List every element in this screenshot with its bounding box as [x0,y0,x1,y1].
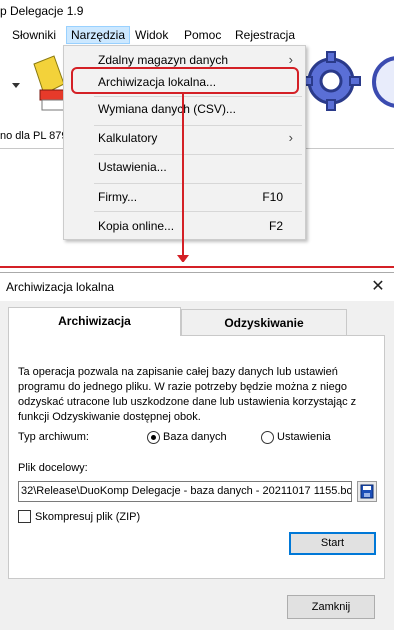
menu-item-online-backup[interactable]: Kopia online... F2 [64,215,305,237]
menu-separator [94,183,302,184]
archive-type-label: Typ archiwum: [18,431,89,443]
menu-item-label: Firmy... [98,190,138,204]
radio-button[interactable] [147,431,160,444]
menu-separator [94,96,302,97]
dialog-titlebar: Archiwizacja lokalna ✕ [0,273,394,301]
annotation-arrow-head-icon [177,255,189,262]
menu-item-label: Wymiana danych (CSV)... [98,102,236,116]
close-icon[interactable]: ✕ [368,277,388,297]
description-text: Ta operacja pozwala na zapisanie całej b… [18,366,357,423]
menu-item-label: Ustawienia... [98,160,167,174]
start-button[interactable]: Start [289,532,376,555]
menu-widok[interactable]: Widok [131,26,172,44]
radio-label: Ustawienia [277,431,331,443]
menu-narzedzia[interactable]: Narzędzia [66,26,131,44]
radio-label: Baza danych [163,431,227,443]
tab-panel-archiwizacja: Ta operacja pozwala na zapisanie całej b… [8,335,385,579]
floppy-disk-icon [360,484,374,499]
compress-checkbox[interactable] [18,510,31,523]
main-window: p Delegacje 1.9 Słowniki Narzędzia Widok… [0,0,394,262]
menubar: Słowniki Narzędzia Widok Pomoc Rejestrac… [0,25,394,45]
annotation-highlight [71,67,299,94]
annotation-arrow-line [182,94,184,256]
menu-pomoc[interactable]: Pomoc [180,26,225,44]
target-file-label: Plik docelowy: [18,462,88,474]
radio-button[interactable] [261,431,274,444]
archive-dialog: Archiwizacja lokalna ✕ Archiwizacja Odzy… [0,272,394,630]
menu-item-label: Kopia online... [98,219,175,233]
folder-icon[interactable] [30,54,66,116]
menu-separator [94,211,302,212]
chevron-right-icon: › [288,130,293,145]
annotation-divider [0,266,394,268]
help-circle-icon[interactable] [370,52,394,112]
menu-separator [94,154,302,155]
shortcut-label: F10 [262,190,283,204]
close-button[interactable]: Zamknij [287,595,375,619]
toolbar-dropdown-arrow-icon[interactable] [12,83,20,88]
menu-rejestracja[interactable]: Rejestracja [231,26,299,44]
menu-item-label: Kalkulatory [98,131,158,145]
menu-item-companies[interactable]: Firmy... F10 [64,186,305,208]
app-title: p Delegacje 1.9 [0,4,84,18]
menu-separator [94,125,302,126]
menu-item-calculators[interactable]: Kalkulatory › [64,127,305,149]
tab-archiwizacja[interactable]: Archiwizacja [8,307,181,336]
compress-label: Skompresuj plik (ZIP) [35,511,141,523]
tab-odzyskiwanie[interactable]: Odzyskiwanie [181,309,347,336]
menu-item-label: Zdalny magazyn danych [98,53,229,67]
gear-icon[interactable] [300,50,362,112]
dialog-title: Archiwizacja lokalna [6,280,115,294]
shortcut-label: F2 [268,219,283,233]
menu-item-csv-exchange[interactable]: Wymiana danych (CSV)... [64,98,305,120]
target-file-input[interactable]: 32\Release\DuoKomp Delegacje - baza dany… [18,481,352,502]
menu-slowniki[interactable]: Słowniki [8,26,60,44]
save-file-button[interactable] [357,481,377,502]
menu-item-settings[interactable]: Ustawienia... [64,156,305,178]
status-text: no dla PL 879 [0,130,68,142]
